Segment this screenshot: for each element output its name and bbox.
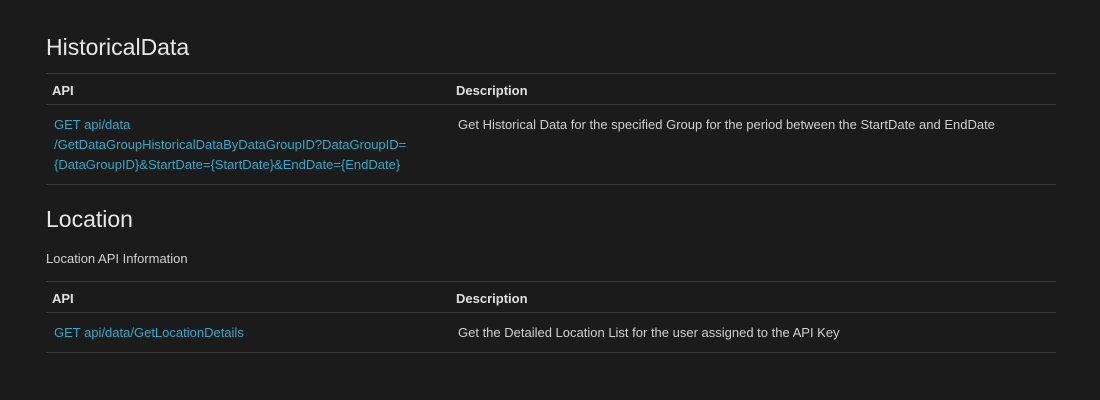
description-cell: Get Historical Data for the specified Gr… — [450, 104, 1056, 185]
historical-data-table: API Description GET api/data /GetDataGro… — [46, 73, 1056, 185]
location-api-link[interactable]: GET api/data/GetLocationDetails — [54, 325, 244, 340]
table-row: GET api/data /GetDataGroupHistoricalData… — [46, 104, 1056, 185]
table-header-row: API Description — [46, 73, 1056, 105]
historical-data-title: HistoricalData — [46, 34, 190, 60]
api-column-header: API — [46, 73, 450, 105]
api-link-line: GET api/data — [54, 117, 131, 132]
historical-api-link[interactable]: GET api/data /GetDataGroupHistoricalData… — [54, 115, 442, 175]
description-column-header: Description — [450, 73, 1056, 105]
api-cell: GET api/data /GetDataGroupHistoricalData… — [46, 104, 450, 185]
location-title: Location — [46, 206, 133, 232]
historical-data-section: HistoricalData API Description GET api/d… — [46, 0, 1056, 185]
location-table: API Description GET api/data/GetLocation… — [46, 281, 1056, 353]
api-link-line: /GetDataGroupHistoricalDataByDataGroupID… — [54, 137, 407, 152]
table-header-row: API Description — [46, 281, 1056, 313]
api-help-page: HistoricalData API Description GET api/d… — [46, 0, 1056, 353]
api-link-line: {DataGroupID}&StartDate={StartDate}&EndD… — [54, 157, 401, 172]
description-cell: Get the Detailed Location List for the u… — [450, 312, 1056, 353]
location-section: Location Location API Information API De… — [46, 185, 1056, 353]
table-row: GET api/data/GetLocationDetails Get the … — [46, 312, 1056, 353]
location-subtitle: Location API Information — [46, 251, 188, 266]
api-column-header: API — [46, 281, 450, 313]
api-cell: GET api/data/GetLocationDetails — [46, 312, 450, 353]
description-column-header: Description — [450, 281, 1056, 313]
